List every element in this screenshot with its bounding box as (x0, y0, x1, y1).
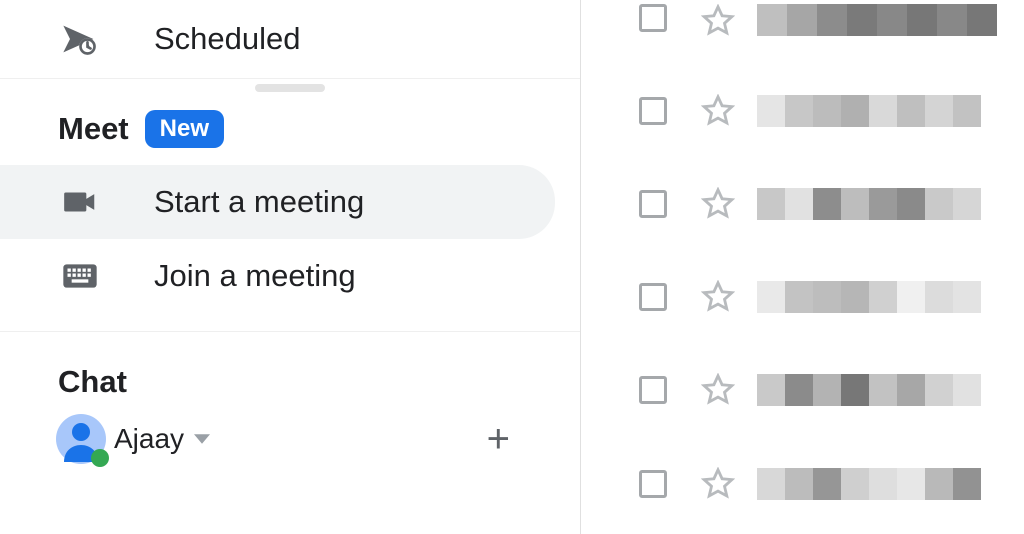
mail-row[interactable] (581, 64, 1024, 157)
redacted-sender (757, 468, 1024, 500)
star-icon[interactable] (701, 187, 735, 221)
mail-checkbox[interactable] (639, 470, 667, 498)
scheduled-icon (60, 18, 100, 60)
meet-title: Meet (58, 111, 129, 147)
drag-handle[interactable] (255, 84, 325, 92)
chat-section-header: Chat (0, 358, 580, 406)
sidebar-item-label: Join a meeting (154, 258, 356, 294)
star-icon[interactable] (701, 94, 735, 128)
chat-user-name: Ajaay (114, 423, 184, 455)
redacted-sender (757, 4, 1024, 36)
star-icon[interactable] (701, 373, 735, 407)
star-icon[interactable] (701, 280, 735, 314)
sidebar-item-label: Start a meeting (154, 184, 364, 220)
redacted-sender (757, 374, 1024, 406)
mail-row[interactable] (581, 343, 1024, 436)
mail-row[interactable] (581, 157, 1024, 250)
star-icon[interactable] (701, 467, 735, 501)
add-chat-button[interactable]: + (487, 417, 510, 462)
redacted-sender (757, 188, 1024, 220)
sidebar-item-join-meeting[interactable]: Join a meeting (0, 239, 580, 313)
chat-user-row[interactable]: Ajaay + (0, 406, 580, 472)
keyboard-icon (60, 256, 100, 296)
redacted-sender (757, 281, 1024, 313)
mail-checkbox[interactable] (639, 190, 667, 218)
mail-checkbox[interactable] (639, 376, 667, 404)
presence-dot-icon (91, 449, 109, 467)
star-icon[interactable] (701, 4, 735, 38)
mail-checkbox[interactable] (639, 4, 667, 32)
new-badge: New (145, 110, 224, 148)
mail-row[interactable] (581, 436, 1024, 532)
mail-checkbox[interactable] (639, 97, 667, 125)
video-camera-icon (60, 183, 100, 221)
mail-row[interactable] (581, 250, 1024, 343)
mail-checkbox[interactable] (639, 283, 667, 311)
caret-down-icon[interactable] (194, 431, 210, 447)
sidebar-item-scheduled[interactable]: Scheduled (0, 0, 580, 78)
mail-row[interactable] (581, 0, 1024, 64)
sidebar-item-label: Scheduled (154, 21, 301, 57)
avatar (56, 414, 106, 464)
sidebar-item-start-meeting[interactable]: Start a meeting (0, 165, 555, 239)
meet-section-header: Meet New (0, 97, 580, 161)
redacted-sender (757, 95, 1024, 127)
chat-title: Chat (58, 364, 127, 400)
